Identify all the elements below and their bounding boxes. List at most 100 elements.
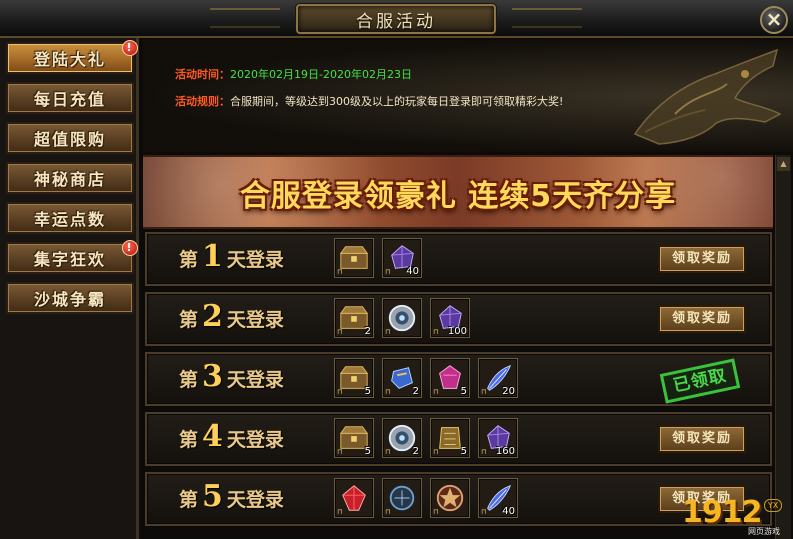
sidebar-item-label: 神秘商店 bbox=[33, 170, 106, 189]
window-title: 合服活动 bbox=[296, 4, 496, 34]
reward-item-slot[interactable]: ⊓ bbox=[430, 478, 470, 518]
alert-icon: ! bbox=[122, 40, 138, 56]
bound-lock-icon: ⊓ bbox=[481, 508, 487, 516]
sidebar-item-label: 幸运点数 bbox=[33, 210, 106, 229]
reward-item-slot[interactable]: ⊓ 2 bbox=[382, 418, 422, 458]
reward-item-slot[interactable]: ⊓ 40 bbox=[478, 478, 518, 518]
item-quantity: 5 bbox=[460, 386, 467, 397]
reward-row-day-4: 第 4 天登录 ⊓ 5 ⊓ 2 ⊓ 5 ⊓ 160 领取奖励 bbox=[145, 412, 772, 466]
reward-item-slot[interactable]: ⊓ bbox=[382, 298, 422, 338]
reward-item-slot[interactable]: ⊓ 40 bbox=[382, 238, 422, 278]
claim-reward-button[interactable]: 领取奖励 bbox=[658, 245, 746, 273]
day-label: 第 5 天登录 bbox=[179, 479, 284, 514]
sidebar-item-login-gift[interactable]: 登陆大礼 ! bbox=[6, 40, 138, 74]
day-label: 第 2 天登录 bbox=[179, 299, 284, 334]
day-prefix: 第 bbox=[179, 489, 199, 511]
reward-item-slot[interactable]: ⊓ 2 bbox=[334, 298, 374, 338]
site-logo: 1912 YX 网页游戏 bbox=[682, 495, 792, 539]
claim-reward-button[interactable]: 领取奖励 bbox=[658, 305, 746, 333]
reward-row-day-1: 第 1 天登录 ⊓ ⊓ 40 领取奖励 bbox=[145, 232, 772, 286]
bound-lock-icon: ⊓ bbox=[385, 448, 391, 456]
promo-banner: 合服登录领豪礼 连续5天齐分享 bbox=[143, 155, 773, 229]
reward-item-slot[interactable]: ⊓ bbox=[334, 238, 374, 278]
day-suffix: 天登录 bbox=[226, 309, 284, 331]
day-prefix: 第 bbox=[179, 309, 199, 331]
day-suffix: 天登录 bbox=[226, 489, 284, 511]
reward-item-slot[interactable]: ⊓ 5 bbox=[334, 418, 374, 458]
sidebar-item-mystery-shop[interactable]: 神秘商店 bbox=[6, 162, 134, 194]
sidebar-item-lucky-points[interactable]: 幸运点数 bbox=[6, 202, 134, 234]
bound-lock-icon: ⊓ bbox=[337, 268, 343, 276]
reward-row-day-2: 第 2 天登录 ⊓ 2 ⊓ ⊓ 100 领取奖励 bbox=[145, 292, 772, 346]
day-label: 第 4 天登录 bbox=[179, 419, 284, 454]
item-quantity: 5 bbox=[364, 446, 371, 457]
day-prefix: 第 bbox=[179, 249, 199, 271]
bound-lock-icon: ⊓ bbox=[481, 448, 487, 456]
bound-lock-icon: ⊓ bbox=[385, 328, 391, 336]
star-rune-icon bbox=[434, 482, 466, 514]
claimed-stamp: 已领取 bbox=[659, 358, 741, 404]
event-rule-label: 活动规则： bbox=[175, 95, 230, 108]
reward-item-slot[interactable]: ⊓ 5 bbox=[334, 358, 374, 398]
reward-item-slot[interactable]: ⊓ bbox=[382, 478, 422, 518]
reward-row-day-5: 第 5 天登录 ⊓ ⊓ ⊓ ⊓ 40 领取奖励 bbox=[145, 472, 772, 526]
reward-item-slot[interactable]: ⊓ bbox=[334, 478, 374, 518]
reward-item-slot[interactable]: ⊓ 100 bbox=[430, 298, 470, 338]
claim-reward-button[interactable]: 领取奖励 bbox=[658, 425, 746, 453]
title-ornament-right bbox=[512, 8, 582, 28]
item-quantity: 2 bbox=[412, 386, 419, 397]
bound-lock-icon: ⊓ bbox=[433, 508, 439, 516]
item-quantity: 2 bbox=[364, 326, 371, 337]
day-num: 5 bbox=[202, 479, 223, 514]
bound-lock-icon: ⊓ bbox=[385, 268, 391, 276]
dark-armor-icon bbox=[386, 482, 418, 514]
item-quantity: 5 bbox=[460, 446, 467, 457]
sidebar-item-label: 每日充值 bbox=[33, 90, 106, 109]
reward-items: ⊓ 5 ⊓ 2 ⊓ 5 ⊓ 20 bbox=[334, 358, 518, 398]
scroll-up-arrow-icon[interactable]: ▲ bbox=[777, 157, 790, 171]
event-time-label: 活动时间： bbox=[175, 68, 230, 81]
day-num: 4 bbox=[202, 419, 223, 454]
day-num: 2 bbox=[202, 299, 223, 334]
dragon-icon bbox=[633, 48, 782, 145]
event-time-value: 2020年02月19日-2020年02月23日 bbox=[230, 68, 412, 81]
sidebar-item-label: 超值限购 bbox=[33, 130, 106, 149]
day-prefix: 第 bbox=[179, 429, 199, 451]
event-info-panel: 活动时间：2020年02月19日-2020年02月23日 活动规则：合服期间，等… bbox=[143, 40, 793, 152]
banner-title: 合服登录领豪礼 连续5天齐分享 bbox=[239, 179, 677, 214]
bound-lock-icon: ⊓ bbox=[337, 508, 343, 516]
item-quantity: 100 bbox=[447, 326, 467, 337]
day-suffix: 天登录 bbox=[226, 369, 284, 391]
reward-item-slot[interactable]: ⊓ 160 bbox=[478, 418, 518, 458]
item-quantity: 2 bbox=[412, 446, 419, 457]
sidebar-item-castle-war[interactable]: 沙城争霸 bbox=[6, 282, 134, 314]
bound-lock-icon: ⊓ bbox=[433, 328, 439, 336]
reward-item-slot[interactable]: ⊓ 20 bbox=[478, 358, 518, 398]
sidebar-item-word-collect[interactable]: 集字狂欢 ! bbox=[6, 240, 138, 274]
item-quantity: 5 bbox=[364, 386, 371, 397]
reward-row-day-3: 第 3 天登录 ⊓ 5 ⊓ 2 ⊓ 5 ⊓ 20 已领取 bbox=[145, 352, 772, 406]
title-bar: 合服活动 × bbox=[0, 0, 793, 38]
alert-icon: ! bbox=[122, 240, 138, 256]
item-quantity: 40 bbox=[502, 506, 515, 517]
reward-item-slot[interactable]: ⊓ 2 bbox=[382, 358, 422, 398]
sidebar: 登陆大礼 ! 每日充值 超值限购 神秘商店 幸运点数 集字狂欢 ! 沙城争霸 bbox=[0, 38, 139, 539]
close-button[interactable]: × bbox=[760, 6, 788, 34]
item-quantity: 20 bbox=[502, 386, 515, 397]
treasure-chest-icon bbox=[338, 242, 370, 274]
day-num: 1 bbox=[202, 239, 223, 274]
scrollbar[interactable]: ▲ bbox=[775, 155, 791, 539]
sidebar-item-label: 集字狂欢 bbox=[33, 250, 106, 269]
red-gem-icon bbox=[338, 482, 370, 514]
sidebar-item-daily-recharge[interactable]: 每日充值 bbox=[6, 82, 134, 114]
bound-lock-icon: ⊓ bbox=[433, 448, 439, 456]
item-quantity: 40 bbox=[406, 266, 419, 277]
bound-lock-icon: ⊓ bbox=[385, 388, 391, 396]
reward-items: ⊓ ⊓ 40 bbox=[334, 238, 422, 278]
bound-lock-icon: ⊓ bbox=[481, 388, 487, 396]
day-label: 第 1 天登录 bbox=[179, 239, 284, 274]
reward-item-slot[interactable]: ⊓ 5 bbox=[430, 418, 470, 458]
reward-item-slot[interactable]: ⊓ 5 bbox=[430, 358, 470, 398]
sidebar-item-limited-purchase[interactable]: 超值限购 bbox=[6, 122, 134, 154]
silver-medallion-icon bbox=[386, 302, 418, 334]
